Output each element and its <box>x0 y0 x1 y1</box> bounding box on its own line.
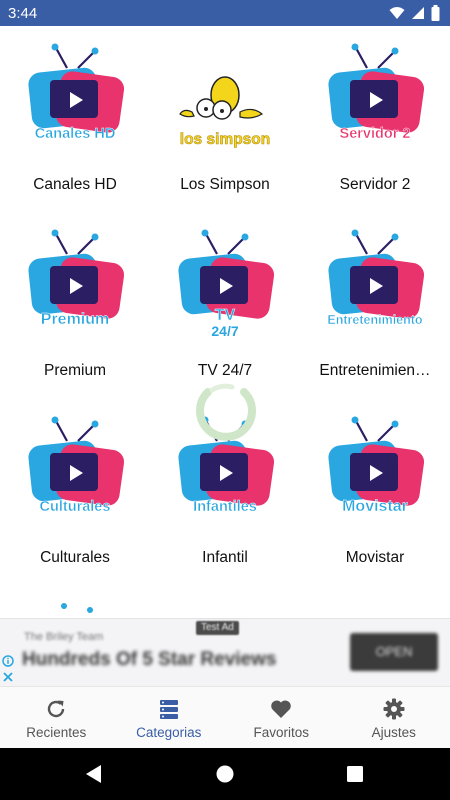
system-navigation-bar <box>0 748 450 800</box>
nav-categorias[interactable]: Categorias <box>113 687 226 749</box>
tv-logo: Canales HD <box>20 40 130 150</box>
status-icons <box>389 5 440 21</box>
status-time: 3:44 <box>8 4 38 22</box>
logo-text: Canales HD <box>35 126 116 142</box>
ad-tag: Test Ad <box>196 621 239 635</box>
ad-advertiser: The Briley Team <box>24 631 104 643</box>
nav-favoritos[interactable]: Favoritos <box>225 687 338 749</box>
category-card[interactable]: Premium Premium <box>0 212 150 398</box>
category-label: Los Simpson <box>180 176 270 193</box>
category-label: Entretenimien… <box>319 362 431 379</box>
ad-banner[interactable]: Test Ad The Briley Team Hundreds Of 5 St… <box>0 618 450 686</box>
category-label: Canales HD <box>33 176 117 193</box>
tv-icon <box>328 229 425 319</box>
logo-text: los simpson <box>180 131 270 148</box>
tv-logo: Premium <box>20 226 130 336</box>
ad-open-button[interactable]: OPEN <box>350 633 438 671</box>
category-card[interactable]: los simpson Los Simpson <box>150 26 300 212</box>
category-card[interactable]: Entretenimiento Entretenimien… <box>300 212 450 398</box>
tv-icon <box>28 416 125 506</box>
nav-label-recientes: Recientes <box>26 724 87 740</box>
logo-text: TV <box>215 307 236 324</box>
category-label: Culturales <box>40 549 110 566</box>
tv-logo: TV 24/7 <box>170 226 280 336</box>
category-card[interactable]: Canales HD Canales HD <box>0 26 150 212</box>
category-card[interactable]: TV 24/7 TV 24/7 <box>150 212 300 398</box>
wifi-icon <box>389 7 405 19</box>
home-button-icon[interactable] <box>213 762 237 786</box>
gear-icon <box>383 698 405 719</box>
partial-tv-logo <box>61 603 93 613</box>
nav-label-favoritos: Favoritos <box>253 724 310 740</box>
category-label: Infantil <box>202 549 248 566</box>
tv-logo: Entretenimiento <box>320 226 430 336</box>
ad-info-icon[interactable] <box>2 655 14 667</box>
logo-text: Premium <box>41 311 109 328</box>
refresh-icon <box>48 700 65 717</box>
logo-text: Culturales <box>40 499 111 515</box>
bottom-navigation: Recientes Categorias Favoritos Ajustes <box>0 686 450 748</box>
tv-logo: Culturales <box>20 413 130 523</box>
heart-icon <box>271 699 292 718</box>
tv-logo: Servidor 2 <box>320 40 430 150</box>
back-button-icon[interactable] <box>82 762 106 786</box>
ad-headline[interactable]: Hundreds Of 5 Star Reviews <box>22 649 276 671</box>
simpsons-logo: los simpson <box>170 40 280 150</box>
logo-text: Entretenimiento <box>327 313 423 327</box>
category-label: Movistar <box>345 549 405 566</box>
category-grid: Canales HD Canales HD los simpson Los Si… <box>0 26 450 618</box>
tv-icon <box>28 229 125 319</box>
tv-icon <box>28 43 125 133</box>
loading-spinner <box>196 383 256 441</box>
signal-icon <box>412 7 424 19</box>
nav-ajustes[interactable]: Ajustes <box>338 687 450 749</box>
tv-icon <box>328 416 425 506</box>
logo-text-line2: 24/7 <box>211 323 238 336</box>
nav-recientes[interactable]: Recientes <box>0 687 113 749</box>
recents-button-icon[interactable] <box>343 762 367 786</box>
categories-icon <box>159 699 178 719</box>
logo-text: Infantiles <box>193 499 257 515</box>
logo-text: Movistar <box>342 498 408 515</box>
battery-icon <box>431 5 440 21</box>
tv-icon <box>328 43 425 133</box>
category-label: Servidor 2 <box>339 176 411 193</box>
nav-label-ajustes: Ajustes <box>371 724 416 740</box>
category-card[interactable]: Servidor 2 Servidor 2 <box>300 26 450 212</box>
category-card[interactable]: Movistar Movistar <box>300 399 450 585</box>
category-card[interactable]: Culturales Culturales <box>0 399 150 585</box>
ad-close-icon[interactable] <box>2 671 14 683</box>
status-bar: 3:44 <box>0 0 450 26</box>
homer-eyes-icon <box>179 76 264 120</box>
category-label: Premium <box>43 362 106 379</box>
tv-logo: Movistar <box>320 413 430 523</box>
logo-text: Servidor 2 <box>340 126 411 142</box>
nav-label-categorias: Categorias <box>136 724 202 740</box>
